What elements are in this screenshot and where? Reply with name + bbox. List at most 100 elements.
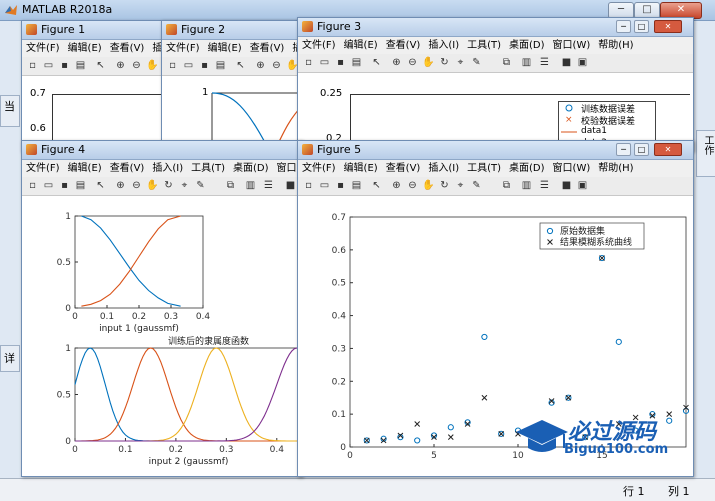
pointer-icon[interactable]: ↖ <box>370 179 383 192</box>
menu-view[interactable]: 查看(V) <box>382 160 425 177</box>
save-icon[interactable]: ▪ <box>58 179 71 192</box>
zoom-out-icon[interactable]: ⊖ <box>270 59 283 72</box>
pan-icon[interactable]: ✋ <box>146 59 159 72</box>
legend-icon[interactable]: ☰ <box>538 179 551 192</box>
print-icon[interactable]: ▤ <box>214 59 227 72</box>
dock-icon[interactable]: ▣ <box>576 56 589 69</box>
legend-icon[interactable]: ☰ <box>262 179 275 192</box>
menu-window[interactable]: 窗口(W) <box>549 37 595 54</box>
link-icon[interactable]: ⧉ <box>224 179 237 192</box>
menu-insert[interactable]: 插入(I) <box>424 160 463 177</box>
menu-view[interactable]: 查看(V) <box>246 40 289 57</box>
open-icon[interactable]: ▭ <box>318 56 331 69</box>
menu-file[interactable]: 文件(F) <box>298 37 340 54</box>
menu-insert[interactable]: 插入(I) <box>424 37 463 54</box>
pointer-icon[interactable]: ↖ <box>234 59 247 72</box>
f3-minimize-button[interactable]: ─ <box>616 20 631 33</box>
dock-icon[interactable]: ▣ <box>576 179 589 192</box>
menu-edit[interactable]: 编辑(E) <box>64 160 106 177</box>
print-icon[interactable]: ▤ <box>350 56 363 69</box>
zoom-in-icon[interactable]: ⊕ <box>254 59 267 72</box>
open-icon[interactable]: ▭ <box>42 179 55 192</box>
zoom-out-icon[interactable]: ⊖ <box>130 59 143 72</box>
pointer-icon[interactable]: ↖ <box>94 179 107 192</box>
pan-icon[interactable]: ✋ <box>422 56 435 69</box>
datacursor-icon[interactable]: ⌖ <box>178 179 191 192</box>
menu-help[interactable]: 帮助(H) <box>594 160 637 177</box>
menu-view[interactable]: 查看(V) <box>106 40 149 57</box>
open-icon[interactable]: ▭ <box>42 59 55 72</box>
menu-window[interactable]: 窗口(W) <box>549 160 595 177</box>
menu-tools[interactable]: 工具(T) <box>463 37 505 54</box>
pointer-icon[interactable]: ↖ <box>94 59 107 72</box>
figure-3-window[interactable]: Figure 3 ─ □ ✕ 文件(F) 编辑(E) 查看(V) 插入(I) 工具(T) 桌面… <box>297 17 694 152</box>
detail-panel-tab[interactable]: 详 <box>0 345 20 372</box>
menu-insert[interactable]: 插入(I) <box>148 160 187 177</box>
colorbar-icon[interactable]: ▥ <box>520 179 533 192</box>
menu-file[interactable]: 文件(F) <box>22 160 64 177</box>
f5-minimize-button[interactable]: ─ <box>616 143 631 156</box>
menu-edit[interactable]: 编辑(E) <box>204 40 246 57</box>
rotate-icon[interactable]: ↻ <box>438 179 451 192</box>
link-icon[interactable]: ⧉ <box>500 56 513 69</box>
hide-tools-icon[interactable]: ■ <box>560 56 573 69</box>
new-icon[interactable]: ▫ <box>26 179 39 192</box>
save-icon[interactable]: ▪ <box>334 56 347 69</box>
new-icon[interactable]: ▫ <box>302 179 315 192</box>
menu-edit[interactable]: 编辑(E) <box>64 40 106 57</box>
menu-file[interactable]: 文件(F) <box>22 40 64 57</box>
hide-tools-icon[interactable]: ■ <box>284 179 297 192</box>
figure-4-titlebar[interactable]: Figure 4 <box>22 141 302 160</box>
rotate-icon[interactable]: ↻ <box>162 179 175 192</box>
zoom-in-icon[interactable]: ⊕ <box>114 59 127 72</box>
menu-desktop[interactable]: 桌面(D) <box>229 160 273 177</box>
workspace-tab[interactable]: 工作 <box>696 130 715 177</box>
new-icon[interactable]: ▫ <box>166 59 179 72</box>
figure-3-titlebar[interactable]: Figure 3 ─ □ ✕ <box>298 18 693 37</box>
open-icon[interactable]: ▭ <box>318 179 331 192</box>
pan-icon[interactable]: ✋ <box>146 179 159 192</box>
zoom-in-icon[interactable]: ⊕ <box>114 179 127 192</box>
brush-icon[interactable]: ✎ <box>194 179 207 192</box>
menu-desktop[interactable]: 桌面(D) <box>505 160 549 177</box>
save-icon[interactable]: ▪ <box>58 59 71 72</box>
menu-file[interactable]: 文件(F) <box>162 40 204 57</box>
print-icon[interactable]: ▤ <box>74 59 87 72</box>
datacursor-icon[interactable]: ⌖ <box>454 179 467 192</box>
f5-close-button[interactable]: ✕ <box>654 143 682 156</box>
new-icon[interactable]: ▫ <box>302 56 315 69</box>
print-icon[interactable]: ▤ <box>74 179 87 192</box>
zoom-in-icon[interactable]: ⊕ <box>390 179 403 192</box>
zoom-in-icon[interactable]: ⊕ <box>390 56 403 69</box>
new-icon[interactable]: ▫ <box>26 59 39 72</box>
figure-5-titlebar[interactable]: Figure 5 ─ □ ✕ <box>298 141 693 160</box>
colorbar-icon[interactable]: ▥ <box>520 56 533 69</box>
open-icon[interactable]: ▭ <box>182 59 195 72</box>
datacursor-icon[interactable]: ⌖ <box>454 56 467 69</box>
figure-4-window[interactable]: Figure 4 文件(F) 编辑(E) 查看(V) 插入(I) 工具(T) 桌面(D) 窗… <box>21 140 303 477</box>
menu-tools[interactable]: 工具(T) <box>187 160 229 177</box>
rotate-icon[interactable]: ↻ <box>438 56 451 69</box>
link-icon[interactable]: ⧉ <box>500 179 513 192</box>
zoom-out-icon[interactable]: ⊖ <box>406 179 419 192</box>
legend-icon[interactable]: ☰ <box>538 56 551 69</box>
f3-close-button[interactable]: ✕ <box>654 20 682 33</box>
menu-file[interactable]: 文件(F) <box>298 160 340 177</box>
colorbar-icon[interactable]: ▥ <box>244 179 257 192</box>
f5-maximize-button[interactable]: □ <box>634 143 649 156</box>
f3-maximize-button[interactable]: □ <box>634 20 649 33</box>
zoom-out-icon[interactable]: ⊖ <box>130 179 143 192</box>
hide-tools-icon[interactable]: ■ <box>560 179 573 192</box>
menu-edit[interactable]: 编辑(E) <box>340 160 382 177</box>
left-panel-tab[interactable]: 当 <box>0 95 20 127</box>
save-icon[interactable]: ▪ <box>334 179 347 192</box>
menu-tools[interactable]: 工具(T) <box>463 160 505 177</box>
print-icon[interactable]: ▤ <box>350 179 363 192</box>
brush-icon[interactable]: ✎ <box>470 179 483 192</box>
menu-edit[interactable]: 编辑(E) <box>340 37 382 54</box>
menu-view[interactable]: 查看(V) <box>382 37 425 54</box>
brush-icon[interactable]: ✎ <box>470 56 483 69</box>
menu-help[interactable]: 帮助(H) <box>594 37 637 54</box>
save-icon[interactable]: ▪ <box>198 59 211 72</box>
menu-desktop[interactable]: 桌面(D) <box>505 37 549 54</box>
